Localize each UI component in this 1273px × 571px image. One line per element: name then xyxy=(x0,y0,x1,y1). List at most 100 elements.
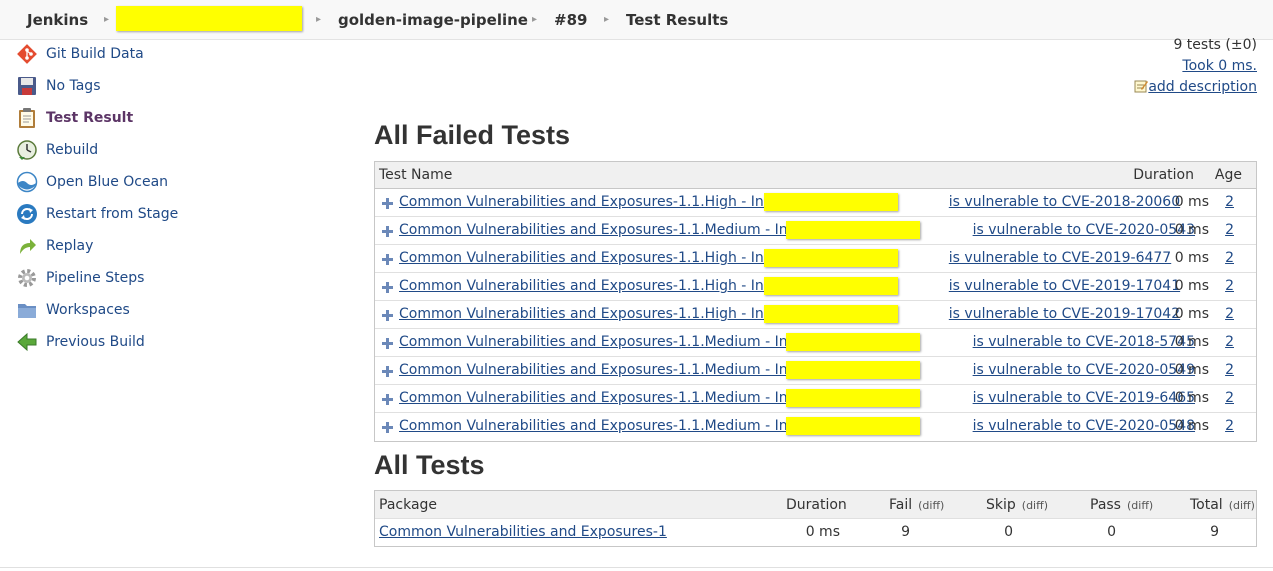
redacted-instance-id xyxy=(764,277,898,295)
sidebar-item-replay[interactable]: Replay xyxy=(16,234,316,258)
test-duration: 0 ms xyxy=(1174,418,1209,434)
table-row: Common Vulnerabilities and Exposures-1.1… xyxy=(375,189,1256,217)
sidebar-item-label: Open Blue Ocean xyxy=(46,174,169,190)
folder-icon xyxy=(16,299,38,321)
table-row: Common Vulnerabilities and Exposures-1.1… xyxy=(375,329,1256,357)
sidebar-item-label: No Tags xyxy=(46,78,101,94)
redacted-instance-id xyxy=(786,417,920,435)
table-row: Common Vulnerabilities and Exposures-1.1… xyxy=(375,385,1256,413)
package-link[interactable]: Common Vulnerabilities and Exposures-1 xyxy=(379,524,667,540)
test-age-link[interactable]: 2 xyxy=(1225,278,1234,294)
table-row: Common Vulnerabilities and Exposures-1.1… xyxy=(375,413,1256,441)
took-link[interactable]: Took 0 ms. xyxy=(1182,58,1257,74)
column-header-fail-diff: (diff) xyxy=(918,499,945,512)
all-tests-heading: All Tests xyxy=(374,450,485,480)
expand-icon[interactable] xyxy=(382,198,393,209)
column-header-pass-diff: (diff) xyxy=(1126,499,1154,512)
sidebar-item-label: Previous Build xyxy=(46,334,145,350)
add-description-link[interactable]: add description xyxy=(1134,79,1257,95)
clock-rebuild-icon xyxy=(16,139,38,161)
column-header-fail[interactable]: Fail (diff) xyxy=(889,497,944,513)
test-age-link[interactable]: 2 xyxy=(1225,222,1234,238)
column-header-total[interactable]: Total (diff) xyxy=(1190,497,1255,513)
sidebar-item-rebuild[interactable]: Rebuild xyxy=(16,138,316,162)
test-duration: 0 ms xyxy=(1174,390,1209,406)
test-age-link[interactable]: 2 xyxy=(1225,334,1234,350)
sidebar-item-git-build-data[interactable]: Git Build Data xyxy=(16,42,316,66)
package-fail-count: 9 xyxy=(901,524,910,540)
redacted-instance-id xyxy=(786,333,920,351)
git-icon xyxy=(16,43,38,65)
sidebar-item-label: Workspaces xyxy=(46,302,130,318)
failed-tests-heading: All Failed Tests xyxy=(374,120,571,150)
column-header-duration[interactable]: Duration xyxy=(786,497,847,513)
table-row: Common Vulnerabilities and Exposures-1 0… xyxy=(375,519,1256,546)
table-row: Common Vulnerabilities and Exposures-1.1… xyxy=(375,301,1256,329)
table-header: Package Duration Fail (diff) Skip (diff) P… xyxy=(375,491,1256,519)
redacted-instance-id xyxy=(764,305,898,323)
footer-divider xyxy=(0,567,1273,568)
sidebar-item-label: Pipeline Steps xyxy=(46,270,145,286)
expand-icon[interactable] xyxy=(382,226,393,237)
sidebar-item-pipeline-steps[interactable]: Pipeline Steps xyxy=(16,266,316,290)
test-age-link[interactable]: 2 xyxy=(1225,418,1234,434)
breadcrumb-build[interactable]: #89 xyxy=(554,10,587,30)
test-age-link[interactable]: 2 xyxy=(1225,250,1234,266)
redacted-instance-id xyxy=(764,249,898,267)
redacted-instance-id xyxy=(786,361,920,379)
column-header-age[interactable]: Age xyxy=(1215,167,1242,183)
failed-tests-table: Test Name Duration Age Common Vulnerabil… xyxy=(374,161,1257,442)
sidebar-item-label: Test Result xyxy=(46,110,134,126)
table-row: Common Vulnerabilities and Exposures-1.1… xyxy=(375,357,1256,385)
sidebar-item-no-tags[interactable]: No Tags xyxy=(16,74,316,98)
all-tests-table: Package Duration Fail (diff) Skip (diff) P… xyxy=(374,490,1257,547)
package-skip-count: 0 xyxy=(1004,524,1013,540)
column-header-skip[interactable]: Skip (diff) xyxy=(986,497,1048,513)
table-row: Common Vulnerabilities and Exposures-1.1… xyxy=(375,217,1256,245)
sidebar-item-open-blue-ocean[interactable]: Open Blue Ocean xyxy=(16,170,316,194)
test-duration: 0 ms xyxy=(1174,194,1209,210)
test-age-link[interactable]: 2 xyxy=(1225,390,1234,406)
test-duration: 0 ms xyxy=(1174,250,1209,266)
expand-icon[interactable] xyxy=(382,254,393,265)
breadcrumb-jenkins[interactable]: Jenkins xyxy=(27,10,88,30)
floppy-disk-icon xyxy=(16,75,38,97)
column-header-package[interactable]: Package xyxy=(379,497,437,513)
test-age-link[interactable]: 2 xyxy=(1225,306,1234,322)
sidebar-item-test-result[interactable]: Test Result xyxy=(16,106,316,130)
expand-icon[interactable] xyxy=(382,282,393,293)
tests-count: 9 tests (±0) xyxy=(1173,37,1257,53)
column-header-test-name[interactable]: Test Name xyxy=(379,167,452,183)
breadcrumb-separator: ▸ xyxy=(316,14,322,25)
redacted-folder-name[interactable] xyxy=(116,6,302,31)
sidebar-item-workspaces[interactable]: Workspaces xyxy=(16,298,316,322)
package-total-count: 9 xyxy=(1210,524,1219,540)
test-duration: 0 ms xyxy=(1174,362,1209,378)
breadcrumb-separator: ▸ xyxy=(604,14,610,25)
restart-icon xyxy=(16,203,38,225)
breadcrumb-test-results[interactable]: Test Results xyxy=(626,10,728,30)
sidebar-item-previous-build[interactable]: Previous Build xyxy=(16,330,316,354)
test-duration: 0 ms xyxy=(1174,306,1209,322)
table-header: Test Name Duration Age xyxy=(375,162,1256,189)
breadcrumb-job[interactable]: golden-image-pipeline xyxy=(338,10,528,30)
sidebar-item-restart-from-stage[interactable]: Restart from Stage xyxy=(16,202,316,226)
redacted-instance-id xyxy=(786,389,920,407)
package-duration: 0 ms xyxy=(805,524,840,540)
column-header-pass[interactable]: Pass (diff) xyxy=(1090,497,1153,513)
replay-arrow-icon xyxy=(16,235,38,257)
sidebar-item-label: Rebuild xyxy=(46,142,99,158)
expand-icon[interactable] xyxy=(382,366,393,377)
column-header-skip-diff: (diff) xyxy=(1021,499,1048,512)
expand-icon[interactable] xyxy=(382,422,393,433)
clipboard-icon xyxy=(16,107,38,129)
test-duration: 0 ms xyxy=(1174,278,1209,294)
expand-icon[interactable] xyxy=(382,338,393,349)
expand-icon[interactable] xyxy=(382,394,393,405)
test-duration: 0 ms xyxy=(1174,222,1209,238)
test-age-link[interactable]: 2 xyxy=(1225,194,1234,210)
expand-icon[interactable] xyxy=(382,310,393,321)
test-age-link[interactable]: 2 xyxy=(1225,362,1234,378)
column-header-duration[interactable]: Duration xyxy=(1133,167,1194,183)
blue-ocean-icon xyxy=(16,171,38,193)
